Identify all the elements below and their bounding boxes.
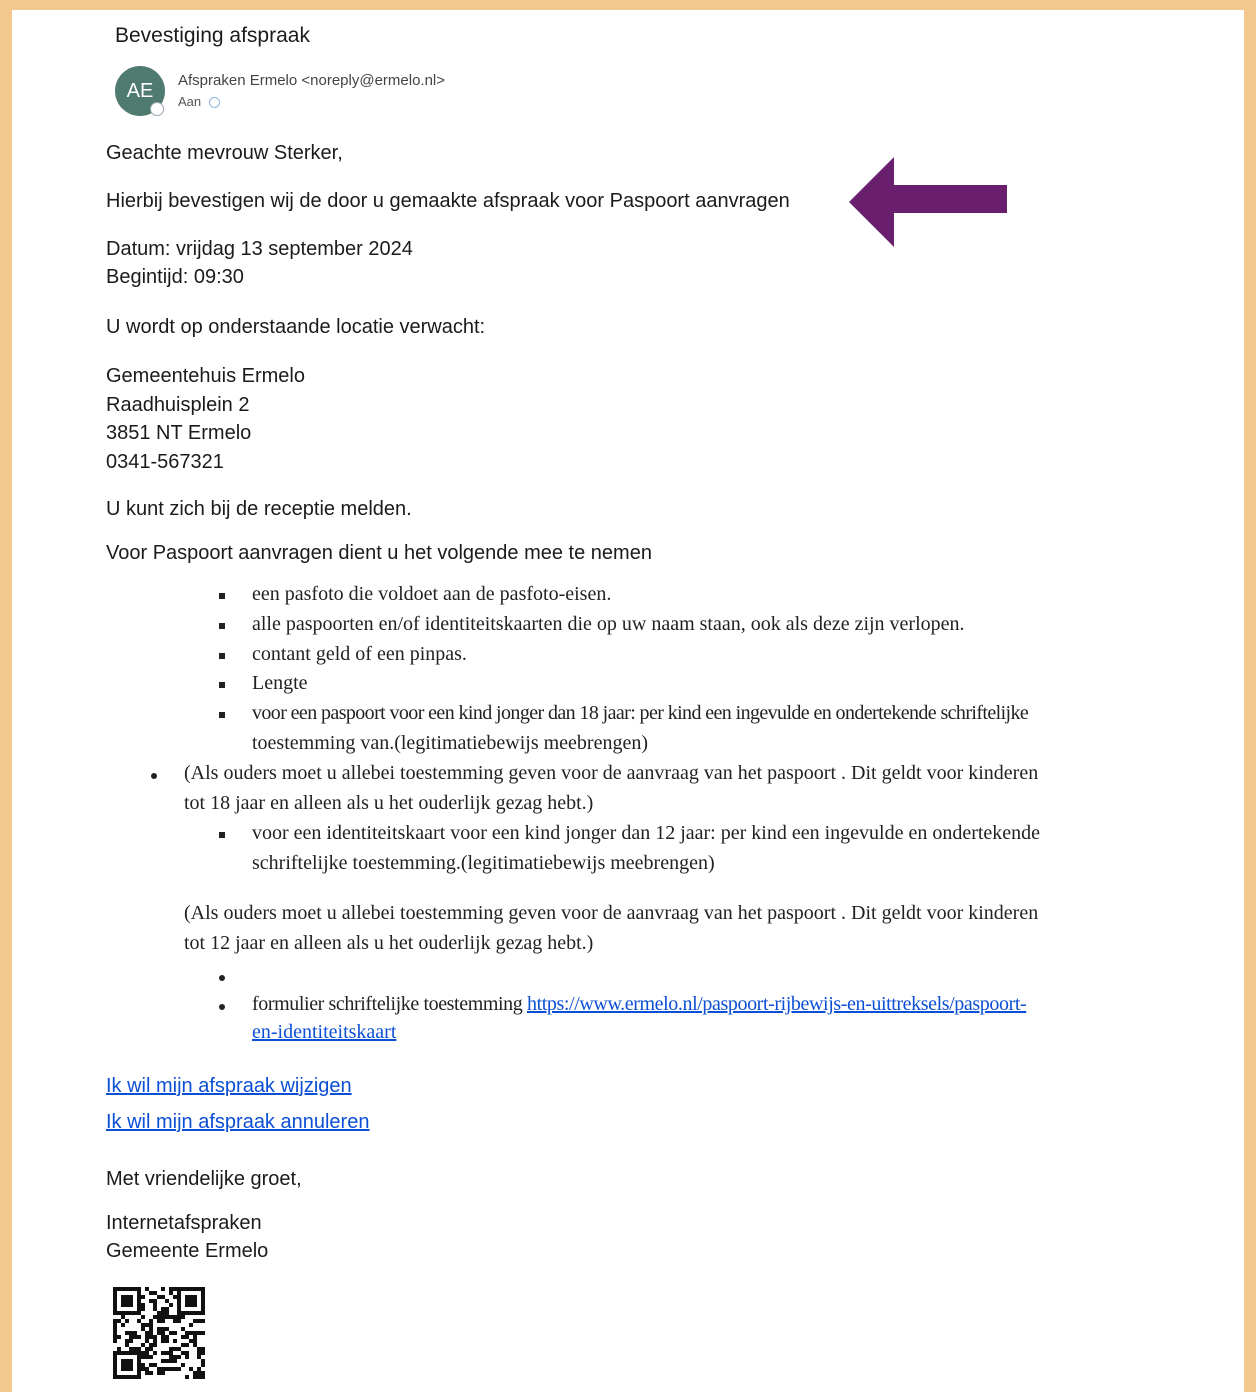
list-item: een pasfoto die voldoet aan de pasfoto-e…: [252, 583, 612, 605]
list-item: voor een identiteitskaart voor een kind …: [252, 822, 1041, 844]
greeting: Geachte mevrouw Sterker,: [106, 142, 343, 164]
list-item: voor een paspoort voor een kind jonger d…: [252, 702, 1029, 724]
bullet-square: [219, 653, 225, 659]
parents-note-18: (Als ouders moet u allebei toestemming g…: [184, 762, 1039, 784]
report-text: U kunt zich bij de receptie melden.: [106, 498, 412, 520]
parents-note-18-continued: tot 18 jaar en alleen als u het ouderlij…: [184, 792, 594, 814]
list-item: Lengte: [252, 672, 308, 694]
qr-code-icon[interactable]: [110, 1287, 208, 1379]
bullet-square: [219, 682, 225, 688]
avatar-initials: AE: [126, 79, 154, 102]
to-label: Aan: [178, 94, 202, 109]
bullet-dot: [219, 1004, 225, 1010]
list-item: contant geld of een pinpas.: [252, 643, 467, 665]
appointment-date: Datum: vrijdag 13 september 2024: [106, 238, 413, 260]
phone-number: 0341-567321: [106, 451, 224, 473]
cancel-link-row: Ik wil mijn afspraak annuleren: [106, 1108, 369, 1136]
closing: Met vriendelijke groet,: [106, 1168, 302, 1190]
email-subject: Bevestiging afspraak: [115, 24, 310, 47]
form-link[interactable]: en-identiteitskaart: [252, 1021, 396, 1043]
form-link[interactable]: https://www.ermelo.nl/paspoort-rijbewijs…: [527, 993, 1027, 1015]
signature-line: Gemeente Ermelo: [106, 1240, 269, 1262]
sender[interactable]: Afspraken Ermelo <noreply@ermelo.nl>: [178, 72, 445, 89]
signature-line: Internetafspraken: [106, 1212, 262, 1234]
parents-note-12-continued: tot 12 jaar en alleen als u het ouderlij…: [184, 932, 594, 954]
appointment-time: Begintijd: 09:30: [106, 266, 244, 288]
to-line: Aan: [178, 94, 221, 109]
cancel-appointment-link[interactable]: Ik wil mijn afspraak annuleren: [106, 1111, 369, 1133]
form-item: formulier schriftelijke toestemming http…: [252, 989, 1027, 1019]
confirmation-text: Hierbij bevestigen wij de door u gemaakt…: [106, 190, 790, 212]
list-item: alle paspoorten en/of identiteitskaarten…: [252, 613, 965, 635]
presence-icon: [150, 102, 164, 116]
bullet-square: [219, 712, 225, 718]
form-label: formulier schriftelijke toestemming: [252, 993, 523, 1015]
bullet-dot: [219, 975, 225, 981]
location-intro: U wordt op onderstaande locatie verwacht…: [106, 316, 486, 338]
recipient-presence-icon: [209, 97, 221, 109]
bullet-dot: [151, 773, 157, 779]
change-appointment-link[interactable]: Ik wil mijn afspraak wijzigen: [106, 1075, 352, 1097]
bring-intro: Voor Paspoort aanvragen dient u het volg…: [106, 542, 652, 564]
list-item-continued: toestemming van.(legitimatiebewijs meebr…: [252, 732, 648, 754]
list-item-continued: schriftelijke toestemming.(legitimatiebe…: [252, 852, 715, 874]
parents-note-12: (Als ouders moet u allebei toestemming g…: [184, 902, 1039, 924]
address-line: Gemeentehuis Ermelo: [106, 365, 305, 387]
change-link-row: Ik wil mijn afspraak wijzigen: [106, 1072, 352, 1100]
arrow-left-icon: [849, 157, 1007, 247]
bullet-square: [219, 832, 225, 838]
address-line: Raadhuisplein 2: [106, 394, 250, 416]
address-line: 3851 NT Ermelo: [106, 422, 252, 444]
bullet-square: [219, 623, 225, 629]
bullet-square: [219, 593, 225, 599]
form-link-continued: en-identiteitskaart: [252, 1017, 396, 1047]
